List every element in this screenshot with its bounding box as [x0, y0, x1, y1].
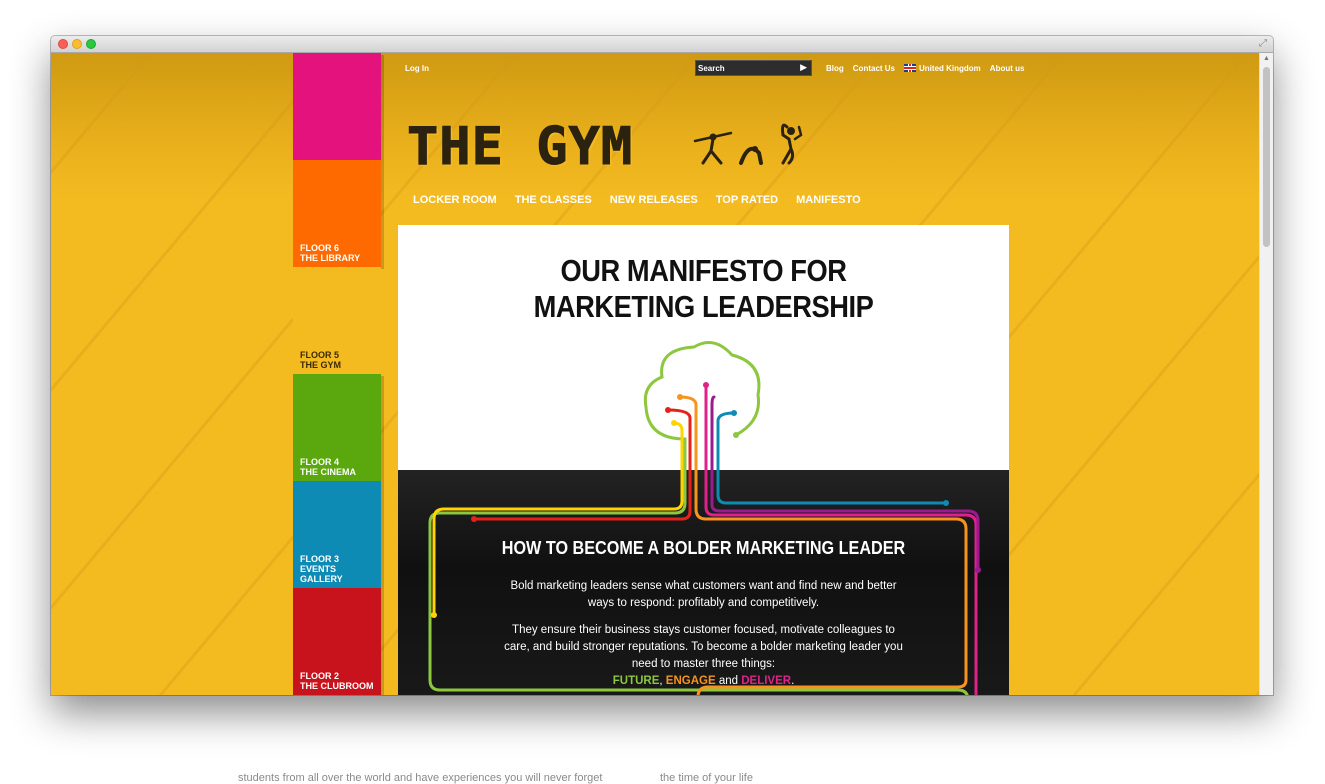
vertical-scrollbar[interactable]: ▲ [1259, 53, 1273, 695]
fullscreen-icon[interactable]: ⤢ [1259, 38, 1267, 49]
scrollbar-thumb[interactable] [1263, 67, 1270, 247]
below-window-text-right: the time of your life [660, 772, 753, 784]
floor-5-name: THE GYM [300, 360, 342, 370]
floor-5-the-gym[interactable]: FLOOR 5 THE GYM [293, 267, 381, 374]
site-logo[interactable]: THE GYM [406, 121, 633, 174]
blog-link[interactable]: Blog [826, 64, 844, 73]
intro-paragraph: Bold marketing leaders sense what custom… [510, 580, 897, 609]
close-window-button[interactable] [58, 39, 68, 49]
main-nav: LOCKER ROOM THE CLASSES NEW RELEASES TOP… [413, 194, 861, 206]
nav-new-releases[interactable]: NEW RELEASES [610, 194, 698, 206]
separator-and: and [718, 675, 739, 687]
country-selector[interactable]: United Kingdom [904, 64, 981, 73]
window-titlebar: ⤢ [51, 36, 1273, 53]
yoga-figures-icon [693, 123, 803, 165]
body-paragraph: They ensure their business stays custome… [498, 622, 909, 690]
floor-5-number: FLOOR 5 [300, 350, 340, 360]
floor-2-name: THE CLUBROOM [300, 681, 374, 691]
manifesto-panel: OUR MANIFESTO FOR MARKETING LEADERSHIP H… [398, 225, 1009, 695]
web-page: FLOOR 6 THE LIBRARY FLOOR 5 THE GYM FLOO… [51, 53, 1259, 695]
nav-manifesto[interactable]: MANIFESTO [796, 194, 861, 206]
floor-6-name: THE LIBRARY [300, 253, 361, 263]
floor-2-number: FLOOR 2 [300, 671, 340, 681]
contact-us-link[interactable]: Contact Us [853, 64, 895, 73]
section-heading: HOW TO BECOME A BOLDER MARKETING LEADER [501, 538, 906, 558]
floor-sidebar: FLOOR 6 THE LIBRARY FLOOR 5 THE GYM FLOO… [293, 53, 381, 695]
floor-3-events-gallery[interactable]: FLOOR 3 EVENTS GALLERY [293, 481, 381, 588]
floor-top-tab[interactable] [293, 53, 381, 160]
future-keyword[interactable]: FUTURE [613, 675, 660, 687]
floor-6-the-library[interactable]: FLOOR 6 THE LIBRARY [293, 160, 381, 267]
search-submit-arrow-icon[interactable]: ▶ [800, 62, 807, 73]
engage-keyword[interactable]: ENGAGE [666, 675, 716, 687]
browser-window: ⤢ FLOOR 6 THE LIBRARY FLOOR 5 THE GYM FL… [51, 36, 1273, 695]
minimize-window-button[interactable] [72, 39, 82, 49]
floor-4-the-cinema[interactable]: FLOOR 4 THE CINEMA [293, 374, 381, 481]
nav-locker-room[interactable]: LOCKER ROOM [413, 194, 497, 206]
floor-3-number: FLOOR 3 [300, 554, 340, 564]
top-links: Blog Contact Us United Kingdom About us [826, 64, 1024, 73]
search-box: ▶ [695, 60, 812, 76]
login-link[interactable]: Log In [405, 64, 429, 73]
separator-comma: , [659, 675, 663, 687]
paragraph-end: . [791, 675, 795, 687]
search-input[interactable] [698, 62, 793, 74]
nav-top-rated[interactable]: TOP RATED [716, 194, 778, 206]
scroll-up-arrow-icon[interactable]: ▲ [1263, 55, 1270, 62]
below-window-text-left: students from all over the world and hav… [238, 772, 603, 784]
floor-3-name: EVENTS GALLERY [300, 564, 343, 584]
zoom-window-button[interactable] [86, 39, 96, 49]
uk-flag-icon [904, 64, 917, 72]
floor-4-name: THE CINEMA [300, 467, 356, 477]
country-label: United Kingdom [919, 64, 981, 73]
deliver-keyword[interactable]: DELIVER [741, 675, 791, 687]
body-paragraph-text: They ensure their business stays custome… [504, 624, 903, 670]
floor-2-the-clubroom[interactable]: FLOOR 2 THE CLUBROOM [293, 588, 381, 695]
nav-the-classes[interactable]: THE CLASSES [515, 194, 592, 206]
about-us-link[interactable]: About us [990, 64, 1025, 73]
floor-4-number: FLOOR 4 [300, 457, 340, 467]
floor-6-number: FLOOR 6 [300, 243, 340, 253]
